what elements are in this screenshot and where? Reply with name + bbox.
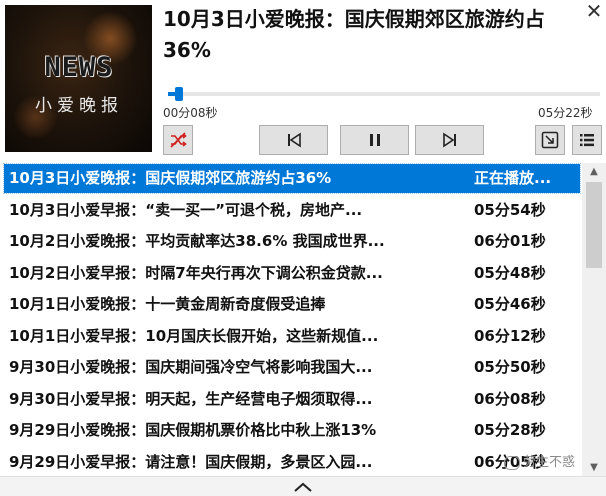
skip-previous-icon: [287, 132, 301, 148]
mini-mode-button[interactable]: [535, 125, 565, 155]
playlist-item-duration: 05分48秒: [474, 263, 546, 282]
playlist-item[interactable]: 9月30日小爱早报：明天起，生产经营电子烟须取得... 06分08秒: [4, 385, 580, 414]
pause-button[interactable]: [340, 125, 409, 155]
playlist[interactable]: 10月3日小爱晚报：国庆假期郊区旅游约占36% 正在播放... 10月3日小爱早报：…: [0, 163, 582, 476]
playlist-item[interactable]: 10月1日小爱晚报：十一黄金周新奇度假受追捧 05分46秒: [4, 290, 580, 319]
playlist-item[interactable]: 10月1日小爱早报：10月国庆长假开始，这些新规值... 06分12秒: [4, 322, 580, 351]
playlist-item[interactable]: 10月2日小爱早报：时隔7年央行再次下调公积金贷款... 05分48秒: [4, 259, 580, 288]
elapsed-time: 00分08秒: [163, 106, 218, 120]
skip-next-icon: [442, 132, 456, 148]
watermark-text: 劳生不惑: [523, 455, 576, 470]
previous-button[interactable]: [259, 125, 328, 155]
scroll-thumb[interactable]: [586, 182, 602, 268]
bottom-bar: [0, 476, 606, 496]
chevron-up-icon: [294, 482, 312, 492]
wechat-icon: [504, 455, 520, 470]
watermark: 劳生不惑: [504, 451, 575, 470]
playlist-item-duration: 05分50秒: [474, 358, 546, 376]
scroll-down-arrow-icon[interactable]: ▼: [582, 459, 606, 476]
shuffle-button[interactable]: [163, 125, 193, 155]
playlist-item-title: 10月2日小爱晚报：平均贡献率达38.6% 我国成世界...: [9, 232, 385, 250]
progress-slider[interactable]: [168, 87, 600, 101]
player-header: NEWS 小爱晚报 ✕ 10月3日小爱晚报：国庆假期郊区旅游约占36% 00分0…: [0, 0, 606, 160]
playlist-item[interactable]: 9月29日小爱晚报：国庆假期机票价格比中秋上涨13% 05分28秒: [4, 416, 580, 445]
playlist-item-duration: 06分12秒: [474, 326, 546, 345]
playlist-scrollbar[interactable]: ▲ ▼: [582, 163, 606, 476]
playlist-item-title: 10月1日小爱早报：10月国庆长假开始，这些新规值...: [9, 326, 379, 345]
album-cover: NEWS 小爱晚报: [5, 5, 152, 152]
playlist-item-duration: 05分46秒: [474, 295, 546, 313]
playlist-button[interactable]: [572, 125, 602, 155]
playlist-item-duration: 06分08秒: [474, 389, 546, 408]
playlist-item-duration: 05分28秒: [474, 421, 546, 439]
next-button[interactable]: [415, 125, 484, 155]
playlist-item-title: 10月2日小爱早报：时隔7年央行再次下调公积金贷款...: [9, 263, 383, 282]
playlist-icon: [580, 134, 594, 147]
shuffle-off-icon: [170, 132, 187, 148]
playlist-item[interactable]: 10月2日小爱晚报：平均贡献率达38.6% 我国成世界... 06分01秒: [4, 227, 580, 256]
playlist-item-duration: 正在播放...: [474, 169, 552, 187]
playlist-item-title: 10月1日小爱晚报：十一黄金周新奇度假受追捧: [9, 295, 326, 313]
cover-news-logo: NEWS: [44, 52, 114, 83]
playlist-item-duration: 06分01秒: [474, 232, 546, 250]
close-icon[interactable]: ✕: [584, 0, 604, 22]
playlist-item-title: 10月3日小爱早报：“卖一买一”可退个税，房地产...: [9, 200, 363, 219]
collapse-button[interactable]: [290, 477, 316, 496]
playlist-item-title: 9月29日小爱早报：请注意！国庆假期，多景区入园...: [9, 452, 373, 471]
progress-thumb[interactable]: [174, 87, 183, 101]
playlist-item[interactable]: 9月30日小爱晚报：国庆期间强冷空气将影响我国大... 05分50秒: [4, 353, 580, 382]
playlist-item-title: 9月30日小爱早报：明天起，生产经营电子烟须取得...: [9, 389, 373, 408]
cover-subtitle: 小爱晚报: [35, 96, 123, 116]
playlist-item-title: 9月29日小爱晚报：国庆假期机票价格比中秋上涨13%: [9, 421, 377, 439]
playlist-item-duration: 05分54秒: [474, 200, 546, 219]
scroll-up-arrow-icon[interactable]: ▲: [582, 163, 606, 180]
playlist-item[interactable]: 10月3日小爱晚报：国庆假期郊区旅游约占36% 正在播放...: [3, 163, 581, 194]
pause-icon: [369, 134, 380, 146]
playlist-item[interactable]: 10月3日小爱早报：“卖一买一”可退个税，房地产... 05分54秒: [4, 196, 580, 225]
mini-mode-icon: [541, 131, 559, 149]
playlist-item[interactable]: 9月29日小爱早报：请注意！国庆假期，多景区入园... 06分05秒: [4, 448, 580, 477]
playlist-item-title: 10月3日小爱晚报：国庆假期郊区旅游约占36%: [9, 169, 332, 187]
now-playing-title: 10月3日小爱晚报：国庆假期郊区旅游约占36%: [163, 7, 545, 62]
total-time: 05分22秒: [538, 106, 593, 120]
playlist-item-title: 9月30日小爱晚报：国庆期间强冷空气将影响我国大...: [9, 358, 373, 376]
